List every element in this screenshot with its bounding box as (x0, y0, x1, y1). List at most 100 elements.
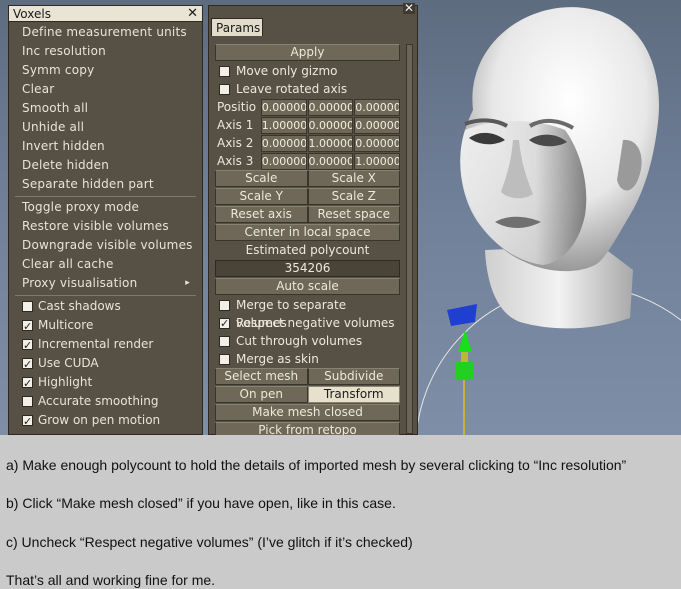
3d-viewport[interactable]: Voxels ✕ Define measurement units Inc re… (0, 0, 681, 435)
check-use-cuda[interactable]: Use CUDA (9, 354, 202, 374)
pick-from-retopo-button[interactable]: Pick from retopo (215, 422, 400, 435)
menu-item-symm-copy[interactable]: Symm copy (9, 61, 202, 80)
check-label: Cut through volumes (236, 334, 363, 348)
select-mesh-button[interactable]: Select mesh (215, 368, 308, 385)
checkbox-use-cuda[interactable] (22, 355, 33, 374)
scale-y-button[interactable]: Scale Y (215, 188, 308, 205)
menu-item-downgrade-visible-volumes[interactable]: Downgrade visible volumes (9, 236, 202, 255)
menu-divider (15, 196, 196, 197)
check-label: Move only gizmo (236, 64, 338, 78)
caption-area: a) Make enough polycount to hold the det… (0, 435, 681, 589)
vector-field[interactable]: 0.00000 (307, 152, 354, 170)
check-label: Leave rotated axis (236, 82, 348, 96)
check-grow-on-pen-motion[interactable]: Grow on pen motion (9, 411, 202, 431)
auto-scale-button[interactable]: Auto scale (215, 278, 400, 295)
subdivide-button[interactable]: Subdivide (307, 368, 400, 385)
menu-item-separate-hidden-part[interactable]: Separate hidden part (9, 175, 202, 194)
vector-row-position: Positio 0.00000 0.00000 0.00000 (215, 98, 400, 116)
menu-item-invert-hidden[interactable]: Invert hidden (9, 137, 202, 156)
checkbox-incremental-render[interactable] (22, 336, 33, 355)
check-accurate-smoothing[interactable]: Accurate smoothing (9, 392, 202, 411)
check-label: Grow on pen motion (38, 413, 161, 427)
vector-row-axis-1: Axis 1 1.00000 0.00000 0.00000 (215, 116, 400, 134)
vector-field[interactable]: 0.00000 (260, 152, 307, 170)
caption-step-d: That’s all and working fine for me. (6, 572, 216, 588)
polycount-field[interactable]: 354206 (215, 260, 400, 277)
tab-params[interactable]: Params (211, 18, 263, 36)
check-highlight[interactable]: Highlight (9, 373, 202, 393)
menu-item-define-measurement-units[interactable]: Define measurement units (9, 23, 202, 42)
caption-step-a: a) Make enough polycount to hold the det… (6, 457, 627, 473)
vector-label: Axis 2 (217, 136, 254, 150)
transform-button[interactable]: Transform (307, 386, 400, 403)
gizmo-icon (447, 304, 477, 435)
vector-field[interactable]: 1.00000 (354, 152, 400, 170)
checkbox-cast-shadows[interactable] (22, 301, 33, 312)
check-label: Merge as skin (236, 352, 319, 366)
check-merge-to-separate-volumes[interactable]: Merge to separate volumes (215, 296, 400, 330)
apply-button[interactable]: Apply (215, 44, 400, 61)
vector-field[interactable]: 0.00000 (354, 98, 400, 116)
check-label: Incremental render (38, 337, 154, 351)
voxels-menu-title: Voxels ✕ (9, 6, 202, 22)
checkbox-multicore[interactable] (22, 317, 33, 336)
check-incremental-render[interactable]: Incremental render (9, 335, 202, 355)
check-move-only-gizmo[interactable]: Move only gizmo (215, 62, 400, 80)
checkbox-merge-to-separate-volumes[interactable] (219, 300, 230, 311)
close-icon[interactable]: ✕ (187, 6, 198, 21)
menu-item-toggle-proxy-mode[interactable]: Toggle proxy mode (9, 198, 202, 217)
checkbox-move-only-gizmo[interactable] (219, 66, 230, 77)
vector-field[interactable]: 1.00000 (260, 116, 307, 134)
checkbox-highlight[interactable] (22, 374, 33, 393)
menu-item-restore-visible-volumes[interactable]: Restore visible volumes (9, 217, 202, 236)
check-respect-negative-volumes[interactable]: Respect negative volumes (215, 314, 400, 333)
check-label: Multicore (38, 318, 94, 332)
reset-axis-button[interactable]: Reset axis (215, 206, 308, 223)
menu-item-inc-resolution[interactable]: Inc resolution (9, 42, 202, 61)
check-label: Cast shadows (38, 299, 121, 313)
vector-field[interactable]: 0.00000 (307, 116, 354, 134)
check-multicore[interactable]: Multicore (9, 316, 202, 336)
caption-step-c: c) Uncheck “Respect negative volumes” (I… (6, 534, 413, 550)
reset-space-button[interactable]: Reset space (307, 206, 400, 223)
checkbox-cut-through-volumes[interactable] (219, 336, 230, 347)
chevron-right-icon: ▸ (185, 278, 190, 288)
vector-field[interactable]: 0.00000 (260, 98, 307, 116)
menu-divider (15, 295, 196, 296)
vector-label: Positio (217, 100, 257, 114)
center-in-local-space-button[interactable]: Center in local space (215, 224, 400, 241)
menu-item-unhide-all[interactable]: Unhide all (9, 118, 202, 137)
check-cut-through-volumes[interactable]: Cut through volumes (215, 332, 400, 350)
menu-item-clear[interactable]: Clear (9, 80, 202, 99)
menu-item-proxy-visualisation[interactable]: Proxy visualisation ▸ (9, 274, 202, 293)
check-label: Accurate smoothing (38, 394, 159, 408)
vector-field[interactable]: 1.00000 (307, 134, 354, 152)
menu-item-delete-hidden[interactable]: Delete hidden (9, 156, 202, 175)
check-leave-rotated-axis[interactable]: Leave rotated axis (215, 80, 400, 98)
menu-item-smooth-all[interactable]: Smooth all (9, 99, 202, 118)
check-label: Highlight (38, 375, 93, 389)
vector-field[interactable]: 0.00000 (354, 116, 400, 134)
scale-x-button[interactable]: Scale X (307, 170, 400, 187)
checkbox-merge-as-skin[interactable] (219, 354, 230, 365)
close-icon[interactable]: ✕ (403, 2, 415, 14)
checkbox-leave-rotated-axis[interactable] (219, 84, 230, 95)
checkbox-respect-negative-volumes[interactable] (219, 315, 230, 333)
scale-z-button[interactable]: Scale Z (307, 188, 400, 205)
vector-field[interactable]: 0.00000 (307, 98, 354, 116)
caption-step-b: b) Click “Make mesh closed” if you have … (6, 495, 396, 511)
on-pen-button[interactable]: On pen (215, 386, 308, 403)
checkbox-grow-on-pen-motion[interactable] (22, 412, 33, 431)
scale-button[interactable]: Scale (215, 170, 308, 187)
params-scrollbar[interactable] (406, 44, 413, 434)
vector-field[interactable]: 0.00000 (260, 134, 307, 152)
check-cast-shadows[interactable]: Cast shadows (9, 297, 202, 316)
menu-item-clear-all-cache[interactable]: Clear all cache (9, 255, 202, 274)
check-merge-as-skin[interactable]: Merge as skin (215, 350, 400, 368)
head-model[interactable] (425, 0, 681, 435)
vector-row-axis-3: Axis 3 0.00000 0.00000 1.00000 (215, 152, 400, 170)
make-mesh-closed-button[interactable]: Make mesh closed (215, 404, 400, 421)
checkbox-accurate-smoothing[interactable] (22, 396, 33, 407)
vector-field[interactable]: 0.00000 (354, 134, 400, 152)
vector-label: Axis 3 (217, 154, 254, 168)
